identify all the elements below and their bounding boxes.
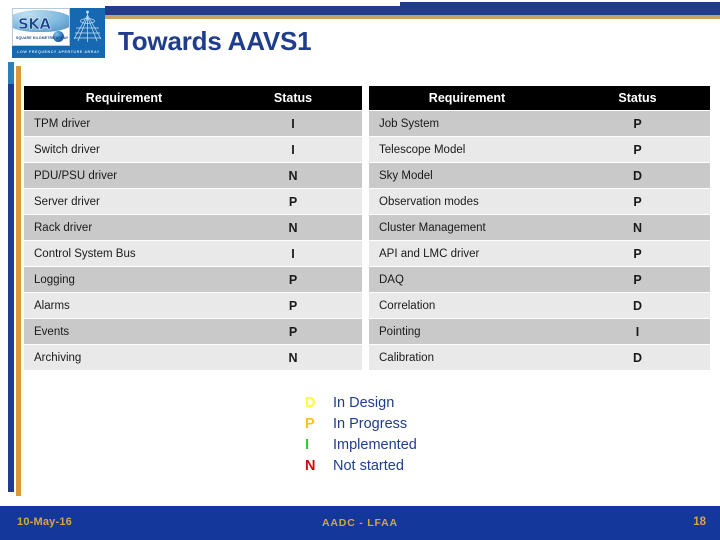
cell-status: P [565,189,710,214]
table-row: DAQ P [369,267,710,292]
column-header-requirement: Requirement [369,86,565,110]
cell-status: P [224,189,362,214]
requirements-tables: Requirement Status TPM driver I Switch dri… [24,85,710,371]
column-header-status: Status [224,86,362,110]
page-title: Towards AAVS1 [118,26,312,56]
cell-requirement: Sky Model [369,163,565,188]
ska-tagline: SQUARE KILOMETRE ARRAY [16,36,69,40]
cell-status: D [565,163,710,188]
cell-requirement: Correlation [369,293,565,318]
table-body-right: Job System P Telescope Model P Sky Model D Obs… [369,111,710,370]
status-legend: D In Design P In Progress I Implemented N Not s… [305,393,417,477]
top-accent-bar-long [400,2,720,15]
cell-status: P [565,241,710,266]
top-gold-rule [105,15,720,19]
column-header-requirement: Requirement [24,86,224,110]
legend-key: P [305,416,315,432]
table-row: Telescope Model P [369,137,710,162]
table-row: Events P [24,319,362,344]
cell-requirement: Telescope Model [369,137,565,162]
requirements-table-right: Requirement Status Job System P Telescope … [369,85,710,371]
cell-requirement: Events [24,319,224,344]
cell-status: N [224,163,362,188]
cell-status: I [224,241,362,266]
table-row: TPM driver I [24,111,362,136]
footer-center-text: AADC - LFAA [322,517,398,529]
table-row: Rack driver N [24,215,362,240]
cell-status: P [565,111,710,136]
slide-footer: 10-May-16 AADC - LFAA 18 [0,506,720,540]
cell-requirement: Alarms [24,293,224,318]
table-row: Control System Bus I [24,241,362,266]
table-row: Server driver P [24,189,362,214]
cell-status: D [565,293,710,318]
ska-logo-wordmark-box: SKA SQUARE KILOMETRE ARRAY [12,8,70,46]
table-row: Logging P [24,267,362,292]
legend-label: Implemented [333,437,417,453]
cell-status: D [565,345,710,370]
cell-status: I [224,111,362,136]
ska-logo: SKA SQUARE KILOMETRE ARRAY LOW FREQUENCY… [12,8,105,58]
cell-status: N [224,345,362,370]
table-row: Job System P [369,111,710,136]
table-row: Archiving N [24,345,362,370]
cell-status: I [565,319,710,344]
table-row: Sky Model D [369,163,710,188]
legend-label: Not started [333,458,404,474]
cell-status: P [224,319,362,344]
legend-label: In Progress [333,416,408,432]
cell-requirement: Rack driver [24,215,224,240]
cell-requirement: Logging [24,267,224,292]
table-row: Observation modes P [369,189,710,214]
table-header-row: Requirement Status [369,86,710,110]
table-row: PDU/PSU driver N [24,163,362,188]
ska-wordmark: SKA [18,15,51,33]
cell-requirement: Pointing [369,319,565,344]
ska-logo-band: LOW FREQUENCY APERTURE ARRAY [12,46,105,58]
legend-key: N [305,458,316,474]
footer-page-number: 18 [693,516,706,528]
cell-requirement: Server driver [24,189,224,214]
cell-requirement: Calibration [369,345,565,370]
left-accent-bar-cyan [8,62,14,84]
table-row: Switch driver I [24,137,362,162]
cell-status: P [224,293,362,318]
legend-key: D [305,395,316,411]
legend-label: In Design [333,395,395,411]
top-accent-bar-short [105,6,400,15]
ska-logo-top: SKA SQUARE KILOMETRE ARRAY [12,8,105,46]
table-row: API and LMC driver P [369,241,710,266]
table-row: Cluster Management N [369,215,710,240]
cell-status: N [565,215,710,240]
cell-status: I [224,137,362,162]
cell-requirement: PDU/PSU driver [24,163,224,188]
requirements-table-left: Requirement Status TPM driver I Switch dri… [24,85,362,371]
table-row: Alarms P [24,293,362,318]
left-accent-bar-blue [8,62,14,492]
cell-requirement: Job System [369,111,565,136]
cell-status: P [565,267,710,292]
cell-status: P [224,267,362,292]
cell-status: P [565,137,710,162]
cell-requirement: Control System Bus [24,241,224,266]
table-body-left: TPM driver I Switch driver I PDU/PSU driver N… [24,111,362,370]
cell-requirement: Archiving [24,345,224,370]
cell-requirement: Cluster Management [369,215,565,240]
cell-requirement: API and LMC driver [369,241,565,266]
table-row: Calibration D [369,345,710,370]
table-row: Correlation D [369,293,710,318]
left-accent-bar-gold [16,66,21,496]
column-header-status: Status [565,86,710,110]
cell-requirement: Switch driver [24,137,224,162]
aperture-array-icon [70,8,105,46]
cell-requirement: DAQ [369,267,565,292]
table-row: Pointing I [369,319,710,344]
table-header-row: Requirement Status [24,86,362,110]
cell-status: N [224,215,362,240]
cell-requirement: Observation modes [369,189,565,214]
cell-requirement: TPM driver [24,111,224,136]
legend-key: I [305,437,310,453]
